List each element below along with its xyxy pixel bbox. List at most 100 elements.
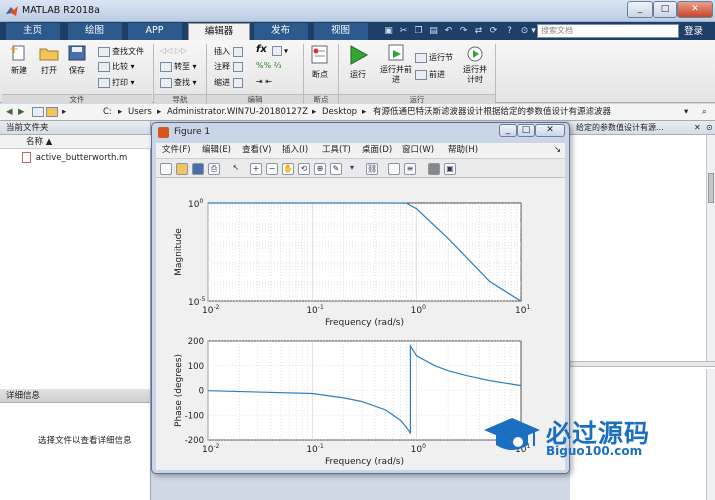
path-root-chevron[interactable]: ▸ <box>62 104 66 121</box>
figure-close-button[interactable]: ✕ <box>535 124 565 137</box>
file-name[interactable]: active_butterworth.m <box>36 153 128 163</box>
insert-menu-button[interactable]: ▾ <box>272 46 288 56</box>
brush-icon[interactable]: ✎ <box>330 163 342 175</box>
search-docs-input[interactable]: 搜索文档 <box>537 24 679 38</box>
insert-button[interactable]: 插入 <box>214 46 245 57</box>
run-label: 运行 <box>350 70 366 79</box>
command-scrollbar[interactable] <box>706 369 715 500</box>
cut-quick-icon[interactable]: ✂ <box>397 25 410 38</box>
tab-view[interactable]: 视图 <box>314 23 368 40</box>
brush-dropdown-icon[interactable]: ▾ <box>346 163 358 175</box>
menu-insert[interactable]: 插入(I) <box>282 143 308 158</box>
find-files-button[interactable]: 查找文件 <box>98 46 144 57</box>
tab-apps[interactable]: APP <box>128 23 182 40</box>
figure-menubar: 文件(F) 编辑(E) 查看(V) 插入(I) 工具(T) 桌面(D) 窗口(W… <box>156 143 565 158</box>
maximize-button[interactable]: □ <box>653 1 677 18</box>
tab-editor[interactable]: 编辑器 <box>188 23 250 40</box>
colorbar-icon[interactable] <box>388 163 400 175</box>
menu-tools[interactable]: 工具(T) <box>322 143 351 158</box>
zoom-in-icon[interactable]: + <box>250 163 262 175</box>
refresh-quick-icon[interactable]: ⟳ <box>487 25 500 38</box>
print-button[interactable]: 打印 ▾ <box>98 77 135 88</box>
menu-view[interactable]: 查看(V) <box>242 143 271 158</box>
help-icon[interactable]: ? <box>503 25 516 38</box>
open-folder-icon <box>39 48 59 61</box>
menu-dock-icon[interactable]: ↘ <box>554 143 561 158</box>
path-segment-user[interactable]: Administrator.WIN7U-20180127Z <box>167 104 308 121</box>
run-button[interactable]: 运行 <box>346 44 370 80</box>
menu-help[interactable]: 帮助(H) <box>448 143 478 158</box>
close-panel-icon[interactable]: ✕ <box>694 123 701 132</box>
advance-icon <box>415 69 427 80</box>
pan-icon[interactable]: ✋ <box>282 163 294 175</box>
forward-icon[interactable]: ▶ <box>18 104 25 121</box>
wrap-comment-button[interactable]: %% ⅔ <box>256 61 282 70</box>
tab-plots[interactable]: 绘图 <box>68 23 122 40</box>
goto-button[interactable]: 转至 ▾ <box>160 61 197 72</box>
run-section-button[interactable]: 运行节 <box>415 52 453 63</box>
menu-edit[interactable]: 编辑(E) <box>202 143 231 158</box>
data-cursor-icon[interactable]: ⊕ <box>314 163 326 175</box>
menu-file[interactable]: 文件(F) <box>162 143 191 158</box>
up-folder-icon[interactable] <box>32 107 44 117</box>
run-advance-button[interactable]: 运行并前进 <box>380 44 412 85</box>
new-button[interactable]: + 新建 <box>8 42 30 76</box>
figure-minimize-button[interactable]: _ <box>499 124 517 137</box>
menu-desktop[interactable]: 桌面(D) <box>362 143 392 158</box>
back-nav-button[interactable]: ◁◁ ▷▷ <box>160 46 187 55</box>
save-button[interactable]: 保存 <box>66 44 88 76</box>
save-quick-icon[interactable]: ▣ <box>382 25 395 38</box>
path-segment-drive[interactable]: C: <box>103 104 112 121</box>
compare-button[interactable]: 比较 ▾ <box>98 61 135 72</box>
login-link[interactable]: 登录 <box>684 23 703 37</box>
comment-button[interactable]: 注释 <box>214 61 245 72</box>
undo-quick-icon[interactable]: ↶ <box>442 25 455 38</box>
ribbon-separator <box>495 44 496 102</box>
minimize-button[interactable]: _ <box>627 1 653 18</box>
close-button[interactable]: ✕ <box>677 1 713 18</box>
run-time-button[interactable]: 运行并计时 <box>460 44 490 85</box>
indent-more-button[interactable]: ⇥ ⇤ <box>256 77 272 86</box>
path-segment-folder[interactable]: 有源低通巴特沃斯滤波器设计根据给定的参数值设计有源滤波器 <box>373 104 683 121</box>
scroll-thumb[interactable] <box>708 173 714 203</box>
tab-publish[interactable]: 发布 <box>254 23 308 40</box>
name-column-label[interactable]: 名称 ▲ <box>26 135 52 149</box>
paste-quick-icon[interactable]: ▤ <box>427 25 440 38</box>
column-header[interactable]: 名称 ▲ <box>0 135 151 149</box>
switch-windows-icon[interactable]: ⇄ <box>472 25 485 38</box>
path-segment-users[interactable]: Users <box>128 104 152 121</box>
new-figure-icon[interactable] <box>160 163 172 175</box>
open-file-icon[interactable] <box>176 163 188 175</box>
run-time-label: 运行并计时 <box>463 65 487 84</box>
advance-button[interactable]: 前进 <box>415 69 445 80</box>
save-figure-icon[interactable] <box>192 163 204 175</box>
copy-quick-icon[interactable]: ❐ <box>412 25 425 38</box>
splitter[interactable] <box>570 361 715 367</box>
menu-window[interactable]: 窗口(W) <box>402 143 434 158</box>
print-figure-icon[interactable]: ⎙ <box>208 163 220 175</box>
link-plot-icon[interactable]: ⛓ <box>366 163 378 175</box>
find-button[interactable]: 查找 ▾ <box>160 77 197 88</box>
path-search-icon[interactable]: ⌕ <box>702 104 707 121</box>
editor-scrollbar[interactable] <box>706 135 715 365</box>
path-dropdown-icon[interactable]: ▾ <box>684 104 688 121</box>
tab-home[interactable]: 主页 <box>6 23 60 40</box>
show-plot-tools-icon[interactable]: ▣ <box>444 163 456 175</box>
open-button[interactable]: 打开 <box>38 44 60 76</box>
figure-maximize-button[interactable]: □ <box>517 124 535 137</box>
path-segment-desktop[interactable]: Desktop <box>322 104 357 121</box>
legend-icon[interactable]: ≡ <box>404 163 416 175</box>
redo-quick-icon[interactable]: ↷ <box>457 25 470 38</box>
panel-menu-icon[interactable]: ⊙ <box>706 123 713 132</box>
hide-plot-tools-icon[interactable] <box>428 163 440 175</box>
breakpoints-button[interactable]: 断点 <box>309 44 331 80</box>
file-group-label: 文件 <box>2 94 152 104</box>
file-row[interactable]: active_butterworth.m <box>22 152 127 163</box>
browse-folder-icon[interactable] <box>46 107 58 117</box>
indent-button[interactable]: 缩进 <box>214 77 245 88</box>
pointer-icon[interactable]: ↖ <box>230 163 242 175</box>
fx-button[interactable]: fx <box>256 44 267 55</box>
rotate-icon[interactable]: ⟲ <box>298 163 310 175</box>
back-icon[interactable]: ◀ <box>6 104 13 121</box>
zoom-out-icon[interactable]: − <box>266 163 278 175</box>
